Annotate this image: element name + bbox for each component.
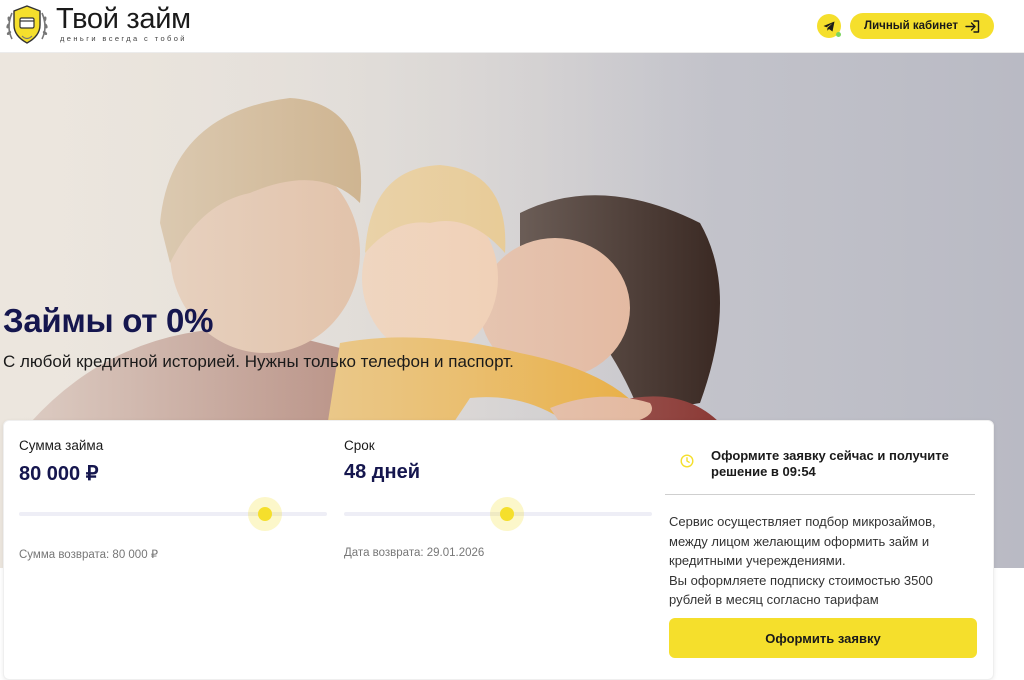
amount-value: 80 000 ₽: [19, 463, 99, 485]
decision-notice: Оформите заявку сейчас и получите решени…: [665, 435, 975, 495]
service-description: Сервис осуществляет подбор микрозаймов, …: [669, 512, 969, 610]
telegram-icon: [823, 21, 835, 31]
term-value: 48 дней: [344, 461, 420, 483]
term-label: Срок: [344, 438, 375, 453]
decision-headline: Оформите заявку сейчас и получите решени…: [711, 448, 949, 479]
amount-return-note: Сумма возврата: 80 000 ₽: [19, 549, 159, 561]
clock-icon: [680, 454, 694, 468]
apply-button[interactable]: Оформить заявку: [669, 618, 977, 658]
hero-title: Займы от 0%: [3, 302, 214, 339]
brand-tagline: деньги всегда с тобой: [60, 34, 187, 43]
term-slider-thumb[interactable]: [490, 497, 525, 531]
service-description-line2: Вы оформляете подписку стоимостью 3500 р…: [669, 572, 933, 608]
online-indicator: [836, 32, 841, 37]
service-description-line1: Сервис осуществляет подбор микрозаймов, …: [669, 514, 936, 568]
cabinet-button-label: Личный кабинет: [864, 20, 958, 32]
brand-title[interactable]: Твой займ: [56, 2, 191, 36]
term-return-note: Дата возврата: 29.01.2026: [344, 547, 485, 559]
amount-label: Сумма займа: [19, 438, 104, 453]
hero-subtitle: С любой кредитной историей. Нужны только…: [3, 352, 514, 371]
site-header: Твой займ деньги всегда с тобой Личный к…: [0, 0, 1024, 53]
personal-cabinet-button[interactable]: Личный кабинет: [850, 13, 994, 39]
login-arrow-icon: [965, 19, 980, 33]
logo-emblem-icon[interactable]: [4, 3, 50, 47]
